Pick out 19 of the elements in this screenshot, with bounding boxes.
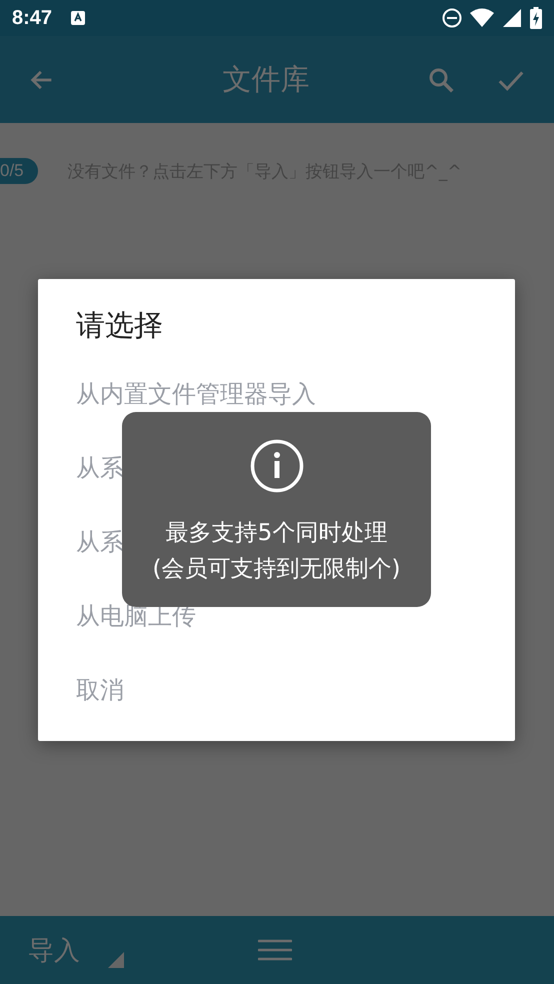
toast-message: 最多支持5个同时处理 bbox=[166, 519, 388, 548]
wifi-icon bbox=[470, 8, 494, 28]
dialog-title: 请选择 bbox=[76, 307, 163, 344]
status-time: 8:47 bbox=[12, 6, 52, 30]
info-icon bbox=[250, 439, 304, 493]
do-not-disturb-icon bbox=[442, 8, 462, 28]
battery-icon bbox=[530, 7, 542, 29]
dialog-option[interactable]: 从内置文件管理器导入 bbox=[76, 380, 316, 409]
dialog-option[interactable]: 从系 bbox=[76, 528, 124, 557]
dialog-option[interactable]: 取消 bbox=[76, 676, 124, 705]
signal-icon bbox=[502, 8, 522, 28]
toast-message: (会员可支持到无限制个) bbox=[152, 555, 400, 584]
app-bar-title: 文件库 bbox=[222, 60, 310, 98]
file-counter-badge: 0/5 bbox=[0, 158, 38, 184]
dialog-option[interactable]: 从系 bbox=[76, 454, 124, 483]
import-button[interactable]: 导入 bbox=[28, 932, 80, 968]
dropdown-corner-icon bbox=[108, 952, 124, 968]
keyboard-notification-icon bbox=[70, 10, 86, 26]
menu-icon[interactable] bbox=[258, 938, 292, 962]
